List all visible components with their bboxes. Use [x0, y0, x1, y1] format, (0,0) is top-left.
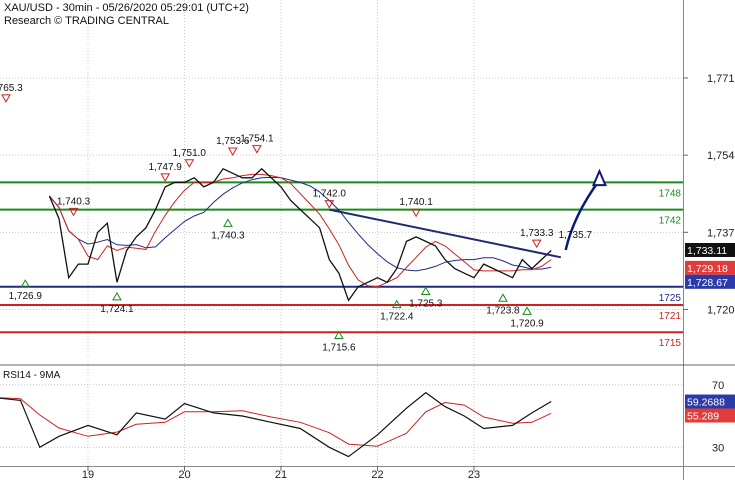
trough-marker-label: 1,725.3 [409, 298, 443, 309]
main-price-tag-label: 1,733.11 [687, 245, 727, 257]
peak-marker-label: 1,740.1 [399, 197, 433, 208]
trough-marker-label: 1,722.4 [380, 312, 414, 323]
peak-marker-label: 1,742.0 [313, 189, 347, 200]
main-y-tick-label: 1,754 [707, 150, 735, 162]
rsi-plot-area [0, 366, 683, 466]
chart-symbol-title: XAU/USD - 30min - 05/26/2020 05:29:01 (U… [4, 2, 249, 14]
price-chart-svg: 1,7201,7371,7541,77130701920212223261748… [0, 0, 735, 481]
chart-root: XAU/USD - 30min - 05/26/2020 05:29:01 (U… [0, 0, 735, 481]
level-label-1721: 1721 [659, 311, 682, 322]
x-tick-label: 23 [468, 469, 480, 480]
trough-marker-label: 1,723.8 [486, 305, 520, 316]
level-label-1742: 1742 [659, 216, 682, 227]
x-tick-label: 19 [82, 469, 94, 480]
main-price-tag-label: 1,729.18 [687, 263, 728, 275]
rsi-price-tag-label: 59.2688 [687, 397, 725, 409]
rsi-title: RSI14 - 9MA [3, 370, 61, 381]
trough-marker-label: 1,726.9 [9, 291, 43, 302]
target-annotation-label: 1,735.7 [559, 230, 593, 241]
peak-marker-label: 1,751.0 [173, 148, 207, 159]
main-price-tag-label: 1,728.67 [687, 277, 728, 289]
peak-marker-label: 1,754.1 [240, 134, 274, 145]
main-y-tick-label: 1,737 [707, 227, 735, 239]
peak-marker-label: 1,733.3 [520, 228, 554, 239]
peak-marker-label: 1,740.3 [57, 196, 91, 207]
rsi-y-tick-label: 30 [712, 442, 724, 454]
x-tick-label: 22 [371, 469, 383, 480]
level-label-1748: 1748 [659, 188, 682, 199]
rsi-y-tick-label: 70 [712, 380, 724, 392]
chart-research-credit: Research © TRADING CENTRAL [4, 15, 169, 27]
level-label-1715: 1715 [659, 338, 682, 349]
trough-marker-label: 1,720.9 [510, 318, 544, 329]
x-tick-label: 20 [178, 469, 190, 480]
trough-marker-label: 1,715.6 [322, 342, 356, 353]
main-y-tick-label: 1,771 [707, 73, 735, 85]
x-tick-label: 21 [275, 469, 287, 480]
rsi-price-tag-label: 55.289 [687, 411, 719, 423]
peak-marker-label: 1,765.3 [0, 83, 23, 94]
level-label-1725: 1725 [659, 293, 682, 304]
main-y-tick-label: 1,720 [707, 305, 735, 317]
trough-marker-label: 1,724.1 [100, 304, 134, 315]
peak-marker-label: 1,747.9 [149, 162, 183, 173]
trough-marker-label: 1,740.3 [211, 230, 245, 241]
